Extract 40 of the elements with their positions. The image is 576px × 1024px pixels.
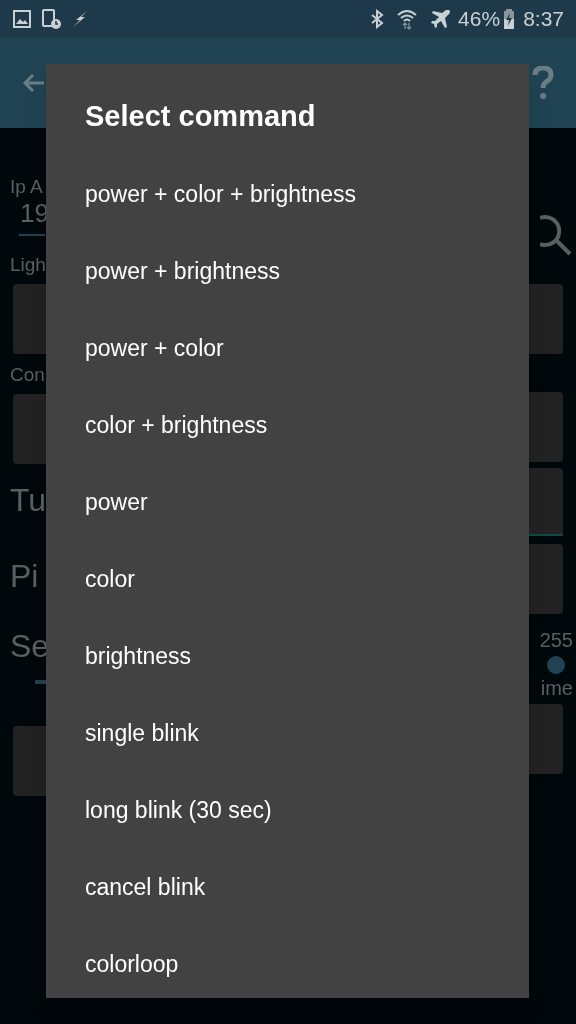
input-field (13, 726, 46, 796)
value-label: ime (540, 676, 573, 700)
command-option[interactable]: color + brightness (46, 387, 529, 464)
command-option[interactable]: long blink (30 sec) (46, 772, 529, 849)
picture-icon (12, 9, 32, 29)
battery-percentage: 46% (458, 6, 501, 33)
input-field (529, 704, 563, 774)
command-option[interactable]: colorloop (46, 926, 529, 1003)
input-field (529, 284, 563, 354)
wifi-icon (396, 8, 419, 30)
help-question-icon[interactable] (532, 66, 554, 100)
slider-thumb (547, 656, 565, 674)
command-option[interactable]: power + color + brightness (46, 156, 529, 233)
field-label: Con (10, 364, 46, 386)
section-heading: Pi (10, 557, 40, 596)
command-option[interactable]: power + brightness (46, 233, 529, 310)
command-option[interactable]: power + color (46, 310, 529, 387)
command-option[interactable]: color (46, 541, 529, 618)
field-label: Ip A (10, 176, 44, 198)
command-option[interactable]: brightness (46, 618, 529, 695)
airplane-icon (430, 8, 453, 30)
section-heading: Tu (10, 481, 46, 520)
back-arrow-icon[interactable] (22, 71, 46, 95)
tablet-clock-icon (40, 8, 62, 30)
clock: 8:37 (523, 6, 564, 33)
bluetooth-icon (370, 9, 385, 29)
slider-track (35, 680, 46, 684)
input-field (529, 468, 563, 536)
input-field (13, 394, 46, 464)
command-option[interactable]: cancel blink (46, 849, 529, 926)
input-field (529, 392, 563, 462)
input-field (529, 544, 563, 614)
field-label: Ligh (10, 254, 46, 276)
section-heading: Se (10, 627, 46, 666)
dialog-title: Select command (84, 99, 317, 134)
battery-icon (503, 8, 516, 30)
command-option[interactable]: single blink (46, 695, 529, 772)
command-option[interactable]: power (46, 464, 529, 541)
input-field (13, 284, 46, 354)
value-label: 255 (539, 628, 573, 652)
